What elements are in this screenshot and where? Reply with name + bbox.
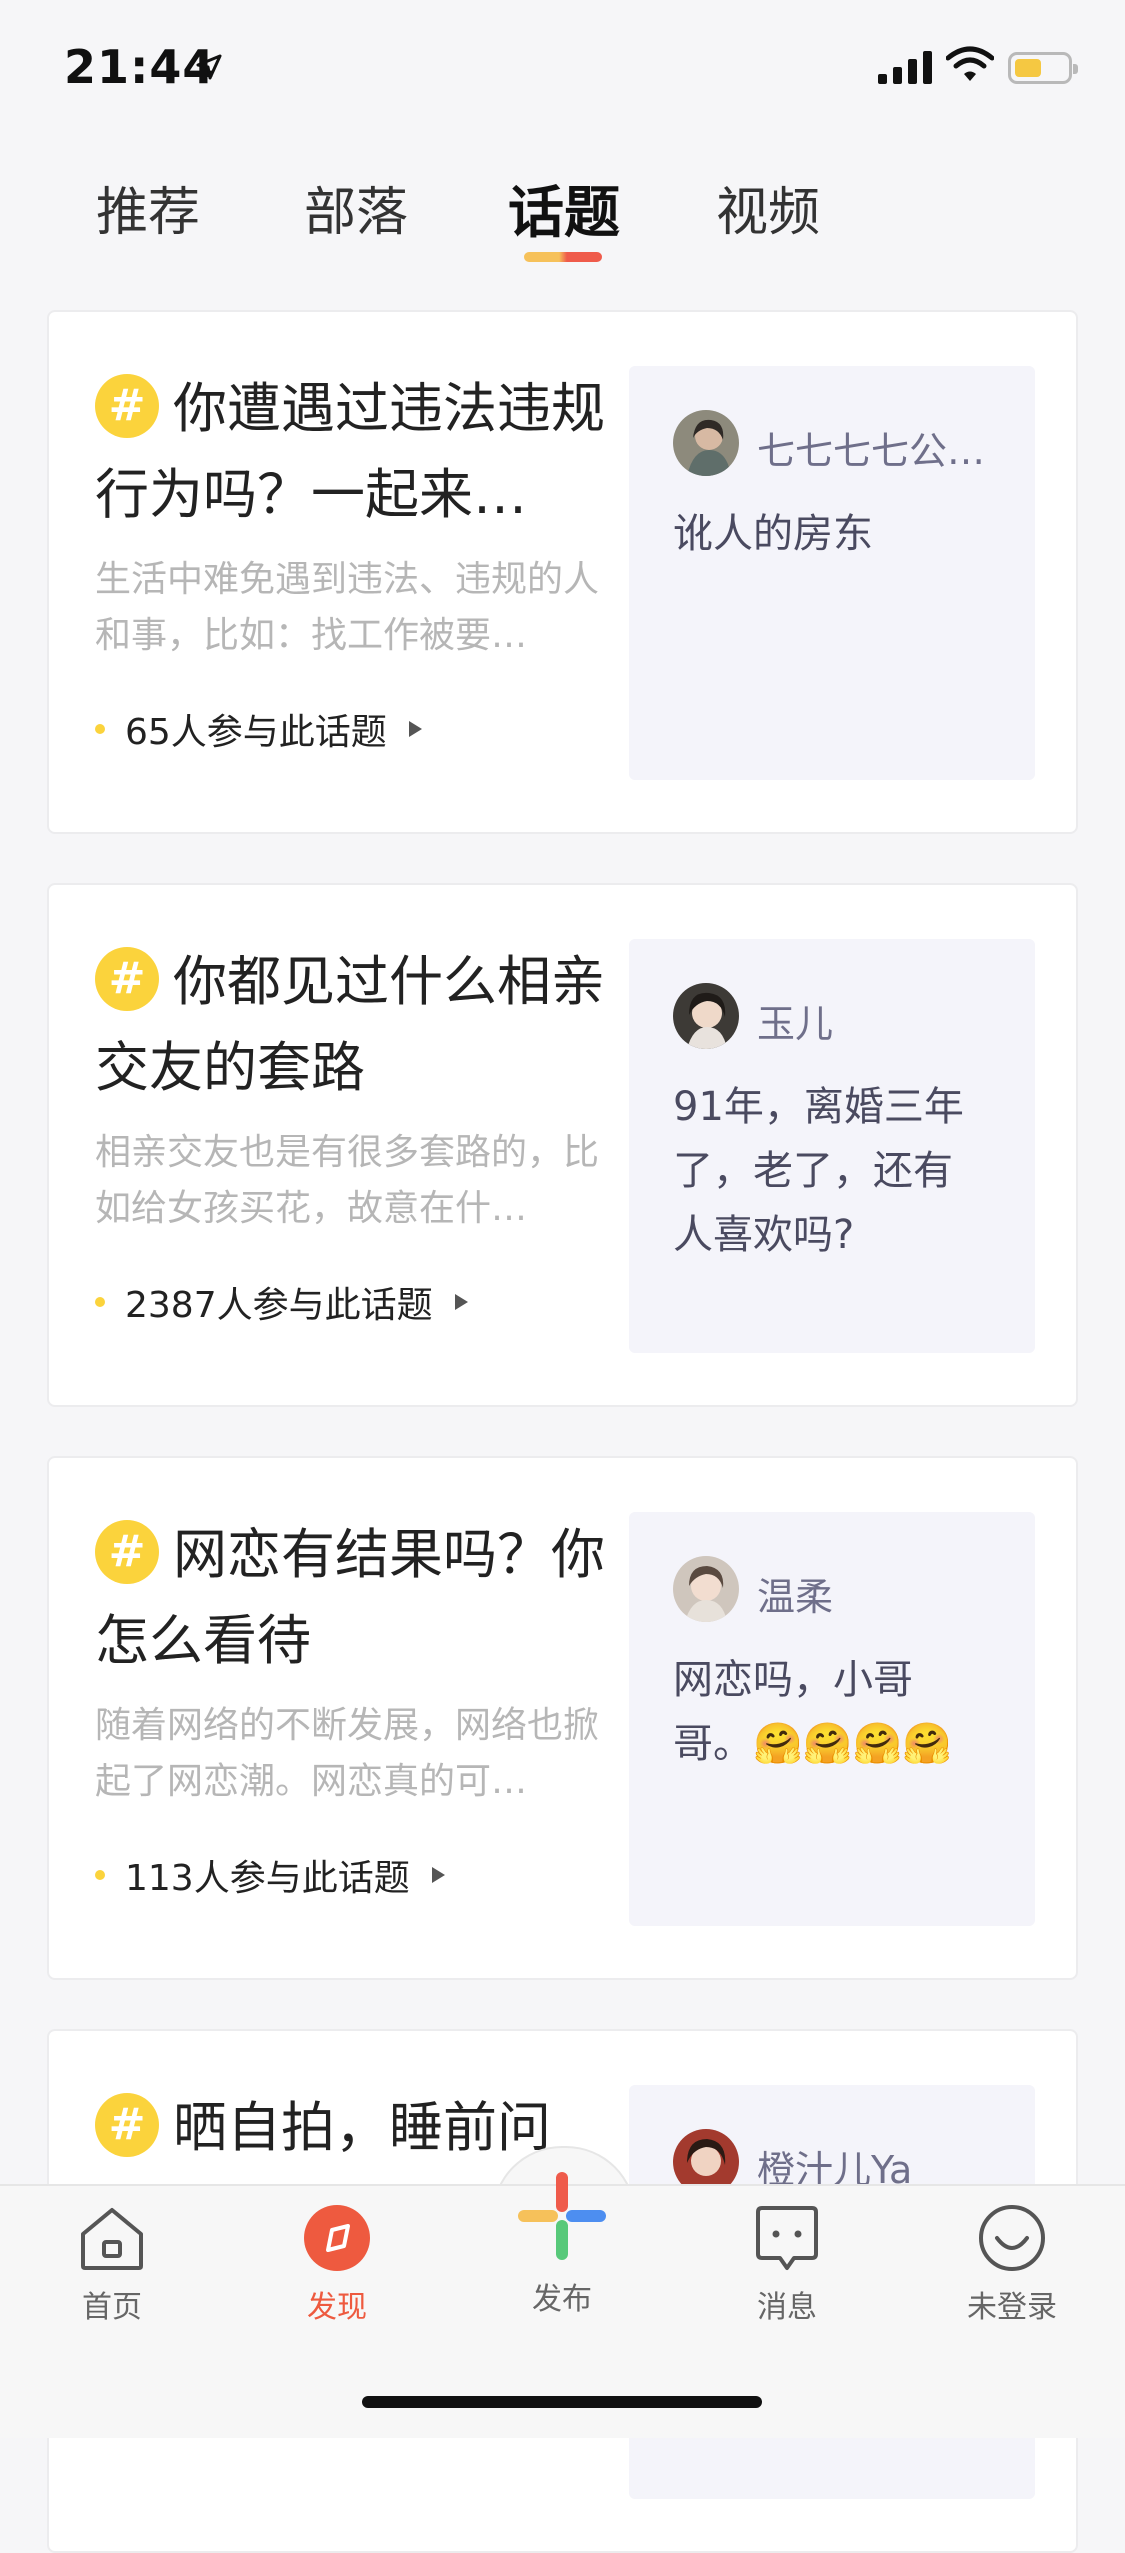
topic-card[interactable]: # 网恋有结果吗？你怎么看待 随着网络的不断发展，网络也掀起了网恋潮。网恋真的可…: [47, 1456, 1078, 1980]
topic-description: 随着网络的不断发展，网络也掀起了网恋潮。网恋真的可…: [95, 1705, 600, 1802]
avatar: [673, 1556, 739, 1622]
wifi-icon: [946, 46, 994, 81]
nav-profile-label: 未登录: [967, 2290, 1057, 2325]
reply-preview[interactable]: 玉儿 91年，离婚三年了，老了，还有人喜欢吗?: [629, 939, 1035, 1353]
bullet-dot: [95, 1297, 105, 1307]
nav-home-label: 首页: [82, 2290, 142, 2325]
nav-discover[interactable]: 发现: [262, 2204, 412, 2326]
home-icon: [81, 2208, 143, 2270]
smile-icon: [979, 2205, 1045, 2271]
reply-text: 网恋吗，小哥哥。🤗🤗🤗🤗: [673, 1657, 953, 1767]
nav-home[interactable]: 首页: [37, 2204, 187, 2326]
reply-preview[interactable]: 温柔 网恋吗，小哥哥。🤗🤗🤗🤗: [629, 1512, 1035, 1926]
location-arrow-icon: [196, 54, 222, 80]
participants-link[interactable]: 2387人参与此话题: [95, 1277, 468, 1327]
play-arrow-icon: [408, 721, 422, 737]
reply-username: 七七七七公…: [757, 429, 986, 473]
topic-card[interactable]: # 你都见过什么相亲交友的套路 相亲交友也是有很多套路的，比如给女孩买花，故意在…: [47, 883, 1078, 1407]
participants-link[interactable]: 65人参与此话题: [95, 704, 422, 754]
reply-text: 91年，离婚三年了，老了，还有人喜欢吗?: [673, 1084, 964, 1258]
play-arrow-icon: [454, 1294, 468, 1310]
active-tab-indicator: [524, 252, 602, 262]
reply-username: 玉儿: [757, 1002, 834, 1046]
plus-icon: [518, 2172, 606, 2260]
nav-publish[interactable]: 发布: [487, 2172, 637, 2318]
discover-icon: [304, 2205, 370, 2271]
topic-description: 相亲交友也是有很多套路的，比如给女孩买花，故意在什…: [95, 1132, 600, 1229]
tab-recommend[interactable]: 推荐: [96, 170, 200, 245]
status-time: 21:44: [64, 40, 216, 94]
reply-preview[interactable]: 七七七七公… 讹人的房东: [629, 366, 1035, 780]
nav-messages[interactable]: 消息: [712, 2204, 862, 2326]
nav-messages-label: 消息: [757, 2290, 817, 2325]
reply-text: 讹人的房东: [673, 511, 873, 557]
topic-card[interactable]: # 你遭遇过违法违规行为吗？一起来… 生活中难免遇到违法、违规的人和事，比如：找…: [47, 310, 1078, 834]
bullet-dot: [95, 724, 105, 734]
nav-publish-label: 发布: [532, 2282, 592, 2317]
home-indicator: [362, 2396, 762, 2408]
reply-username: 温柔: [757, 1575, 834, 1619]
message-icon: [756, 2206, 818, 2270]
topic-title: 你遭遇过违法违规行为吗？一起来…: [95, 377, 605, 526]
participant-count: 2387人参与此话题: [125, 1285, 433, 1326]
nav-profile[interactable]: 未登录: [937, 2204, 1087, 2326]
participant-count: 113人参与此话题: [125, 1858, 410, 1899]
tab-tribe[interactable]: 部落: [304, 170, 408, 245]
battery-icon: [1008, 52, 1078, 84]
top-tabs: 推荐 部落 话题 视频: [0, 170, 1125, 280]
topic-description: 生活中难免遇到违法、违规的人和事，比如：找工作被要…: [95, 559, 600, 656]
avatar: [673, 983, 739, 1049]
tab-topics[interactable]: 话题: [508, 168, 620, 249]
bullet-dot: [95, 1870, 105, 1880]
status-bar: 21:44: [0, 0, 1125, 132]
nav-discover-label: 发现: [307, 2290, 367, 2325]
participants-link[interactable]: 113人参与此话题: [95, 1850, 445, 1900]
tab-video[interactable]: 视频: [716, 170, 820, 245]
topic-title: 你都见过什么相亲交友的套路: [95, 950, 605, 1099]
topic-title: 网恋有结果吗？你怎么看待: [95, 1523, 605, 1672]
avatar: [673, 410, 739, 476]
play-arrow-icon: [431, 1867, 445, 1883]
participant-count: 65人参与此话题: [125, 712, 387, 753]
signal-icon: [878, 51, 932, 84]
